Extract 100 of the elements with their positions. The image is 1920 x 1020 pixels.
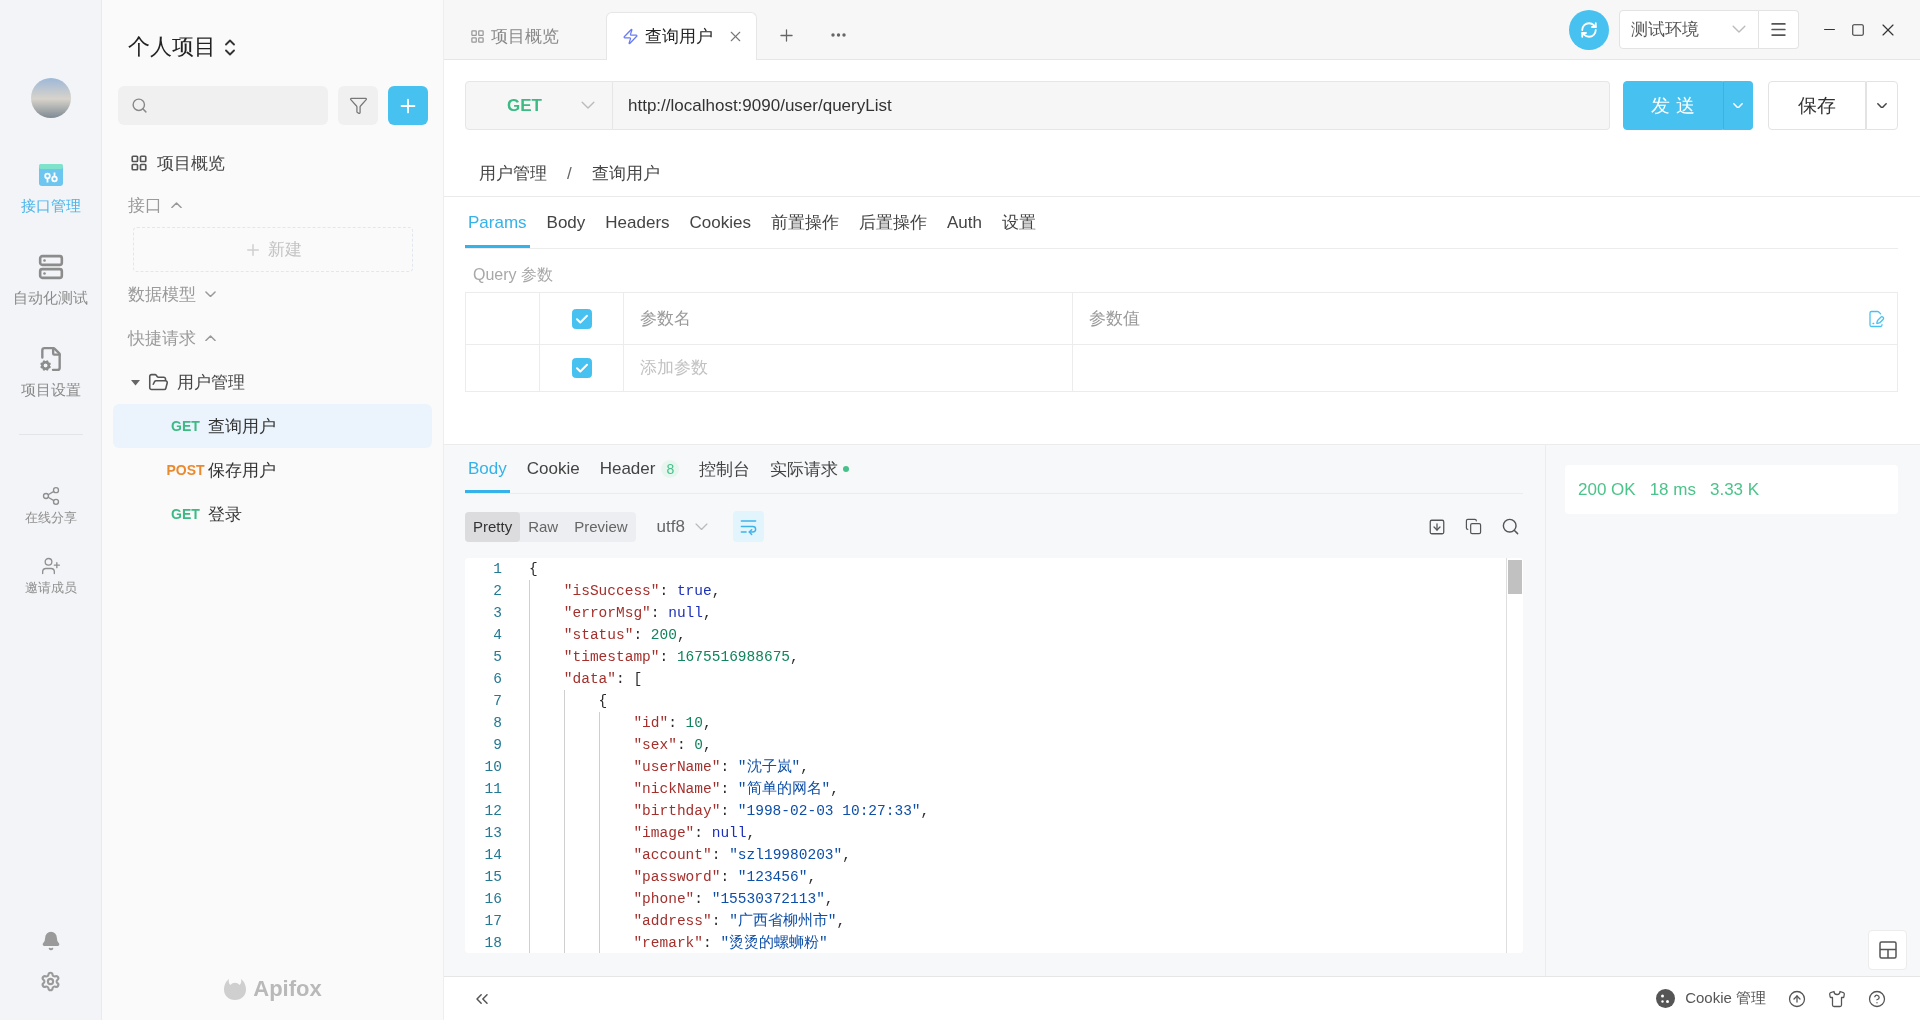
encoding-select[interactable]: utf8: [656, 516, 708, 537]
method-label: GET: [507, 95, 542, 116]
avatar[interactable]: [30, 78, 71, 118]
scrollbar-thumb[interactable]: [1508, 560, 1522, 594]
copy-icon[interactable]: [1465, 518, 1482, 535]
line-number: 12: [484, 803, 502, 819]
line-number: 7: [493, 693, 502, 709]
folder-item[interactable]: 用户管理: [131, 360, 245, 404]
checkbox[interactable]: [571, 358, 592, 378]
code-line: "address": "广西省柳州市",: [633, 911, 846, 931]
line-number: 10: [484, 759, 502, 775]
scrollbar[interactable]: [1506, 558, 1523, 953]
method-label: GET: [170, 418, 201, 434]
tab[interactable]: Cookie: [523, 445, 583, 493]
code-line: "account": "szl19980203",: [633, 846, 851, 865]
code-line: "sex": 0,: [633, 736, 712, 755]
line-number: 11: [484, 781, 502, 797]
chevron-down-icon: [1733, 102, 1743, 109]
code-line: {: [598, 692, 608, 711]
code-line: "birthday": "1998-02-03 10:27:33",: [633, 802, 930, 821]
search-field[interactable]: [118, 86, 328, 125]
request-name: 保存用户: [208, 459, 276, 482]
maximize-icon[interactable]: [1851, 22, 1865, 37]
breadcrumb-item: 查询用户: [591, 163, 660, 185]
layout-icon: [1878, 941, 1897, 959]
tab[interactable]: Headers: [602, 197, 673, 248]
request-item[interactable]: POST 保存用户: [113, 448, 432, 492]
grid-icon: [130, 154, 148, 172]
tab[interactable]: 控制台: [696, 445, 754, 493]
column-header: 参数名: [640, 308, 691, 330]
request-item[interactable]: GET 查询用户: [113, 404, 432, 448]
tab[interactable]: Auth: [944, 197, 985, 248]
edit-document-icon[interactable]: [1867, 309, 1885, 328]
menu-icon: [1769, 20, 1788, 39]
overview-item[interactable]: 项目概览: [130, 143, 225, 183]
code-line: "userName": "沈子岚",: [633, 757, 809, 777]
more-icon: [831, 33, 846, 37]
sync-button[interactable]: [1569, 9, 1609, 50]
format-option[interactable]: Preview: [566, 511, 636, 542]
sync-icon: [1580, 20, 1598, 39]
url-field[interactable]: http://localhost:9090/user/queryList: [613, 81, 1610, 130]
tab[interactable]: 设置: [999, 197, 1039, 248]
help-icon[interactable]: [1868, 989, 1886, 1008]
save-button[interactable]: 保存: [1768, 81, 1866, 130]
settings-icon[interactable]: [40, 971, 61, 992]
environment-select[interactable]: 测试环境: [1619, 10, 1759, 49]
code-line: {: [529, 560, 538, 579]
response-time: 18 ms: [1649, 479, 1696, 500]
code-line: "errorMsg": null,: [563, 604, 712, 623]
up-down-chevron-icon: [225, 38, 235, 56]
search-icon[interactable]: [1501, 517, 1520, 536]
layout-button[interactable]: [1868, 930, 1907, 970]
bell-icon[interactable]: [40, 931, 61, 951]
code-line: "timestamp": 1675516988675,: [563, 648, 799, 667]
tab[interactable]: Body: [543, 197, 589, 248]
line-number: 5: [493, 649, 502, 665]
cookie-manager-button[interactable]: Cookie 管理: [1656, 989, 1766, 1008]
line-number: 9: [493, 737, 502, 753]
line-number: 3: [493, 605, 502, 621]
server-icon: [37, 254, 64, 280]
search-icon: [131, 97, 148, 114]
code-line: "password": "123456",: [633, 868, 817, 887]
shirt-icon[interactable]: [1828, 989, 1846, 1008]
format-option[interactable]: Pretty: [465, 511, 521, 542]
breadcrumb-item[interactable]: 用户管理: [479, 162, 547, 186]
format-option[interactable]: Raw: [520, 511, 567, 542]
input-field[interactable]: 添加参数: [633, 350, 1053, 386]
menu-button[interactable]: [1759, 10, 1799, 49]
wrap-text-icon: [738, 517, 758, 536]
checkbox[interactable]: [571, 308, 592, 329]
brand-name: Apifox: [253, 976, 322, 1002]
code-line: "status": 200,: [563, 626, 686, 645]
code-line: "image": null,: [633, 824, 756, 843]
arrow-up-circle-icon[interactable]: [1788, 989, 1806, 1008]
line-number: 6: [493, 671, 502, 687]
tab[interactable]: Header 8: [596, 445, 683, 493]
request-item[interactable]: GET 登录: [113, 492, 432, 536]
sliders-box-icon: [37, 162, 64, 188]
grid-icon: [470, 29, 485, 44]
tab[interactable]: 后置操作: [856, 197, 930, 248]
add-button[interactable]: [388, 86, 428, 125]
line-number: 17: [484, 913, 502, 929]
chevron-down-icon: [1877, 102, 1887, 109]
tab[interactable]: 实际请求: [767, 445, 853, 493]
code-line: "data": [: [563, 670, 643, 689]
count-badge: 8: [661, 460, 680, 478]
tab[interactable]: 前置操作: [768, 197, 842, 248]
chevron-down-icon: [581, 101, 595, 110]
line-number: 8: [493, 715, 502, 731]
filter-button[interactable]: [338, 86, 378, 125]
tab[interactable]: 查询用户: [606, 12, 757, 60]
tab[interactable]: Cookies: [686, 197, 754, 248]
code-line: "isSuccess": true,: [563, 582, 721, 601]
code-line: "remark": "烫烫的螺蛳粉": [633, 933, 828, 953]
code-line: "phone": "15530372113",: [633, 890, 834, 909]
chevron-down-icon: [694, 522, 708, 531]
project-switcher[interactable]: 个人项目: [128, 30, 235, 64]
chevron-down-icon: [1732, 25, 1746, 34]
wrap-toggle[interactable]: [732, 511, 764, 542]
download-icon[interactable]: [1428, 517, 1446, 536]
